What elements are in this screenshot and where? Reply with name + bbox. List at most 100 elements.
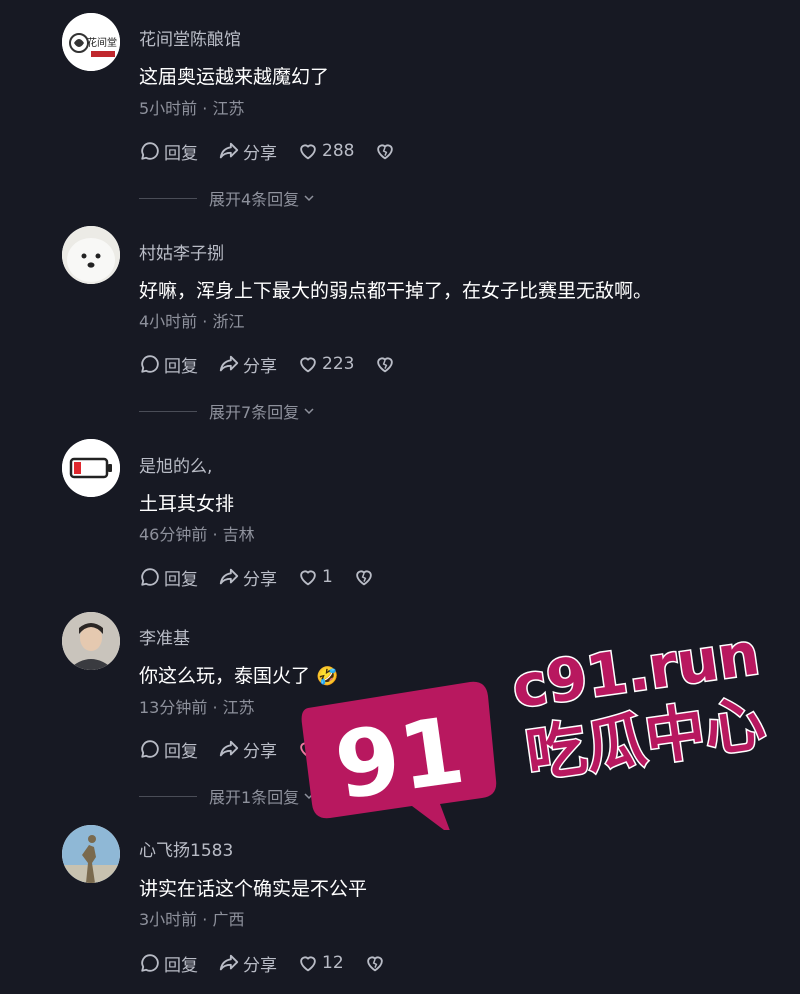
share-arrow-icon [219, 355, 239, 372]
dislike-button[interactable] [374, 140, 396, 162]
reply-bubble-icon [141, 740, 159, 758]
comment-location: 江苏 [222, 698, 255, 717]
reply-label: 回复 [164, 955, 198, 976]
comment-actions: 回复 分享 288 [139, 138, 416, 164]
dislike-button[interactable] [374, 353, 396, 375]
comment-text: 讲实在话这个确实是不公平 [139, 878, 368, 900]
share-label: 分享 [243, 356, 277, 377]
comment-meta: 5小时前 · 江苏 [139, 95, 244, 119]
liquor-brand-logo-icon: 花间堂 [62, 13, 120, 71]
reply-button[interactable]: 回复 [139, 565, 198, 590]
divider-line [139, 795, 197, 797]
meta-separator: · [202, 312, 208, 331]
white-dog-photo-icon [62, 226, 120, 284]
person-photo-icon [62, 612, 120, 670]
like-count: 288 [322, 141, 355, 161]
share-button[interactable]: 分享 [218, 352, 277, 377]
comment-actions: 回复 分享 12 [139, 950, 406, 976]
share-arrow-icon [219, 740, 239, 757]
broken-heart-icon [356, 570, 372, 586]
username[interactable]: 是旭的么, [139, 452, 212, 477]
comment-text-body: 你这么玩，泰国火了 [139, 665, 311, 687]
reply-button[interactable]: 回复 [139, 737, 198, 762]
reply-button[interactable]: 回复 [139, 352, 198, 377]
like-button[interactable]: 288 [297, 140, 354, 162]
meta-separator: · [202, 99, 208, 118]
comment-meta: 46分钟前 · 吉林 [139, 521, 255, 545]
like-count: 12 [322, 953, 344, 973]
avatar[interactable] [62, 439, 120, 497]
like-button[interactable]: 1 [297, 566, 333, 588]
share-label: 分享 [243, 741, 277, 762]
watermark-slogan: 吃瓜中心 [522, 688, 769, 791]
reply-bubble-icon [141, 568, 159, 586]
like-count: 1 [322, 567, 333, 587]
share-label: 分享 [243, 143, 277, 164]
heart-icon [300, 144, 316, 160]
like-button[interactable]: 12 [297, 952, 344, 974]
share-button[interactable]: 分享 [218, 737, 277, 762]
comment-meta: 4小时前 · 浙江 [139, 308, 244, 332]
comment-time: 46分钟前 [139, 525, 208, 544]
comment-text: 好嘛，浑身上下最大的弱点都干掉了，在女子比赛里无敌啊。 [139, 280, 653, 302]
expand-replies-button[interactable]: 展开7条回复 [139, 400, 316, 422]
comment-location: 吉林 [222, 525, 255, 544]
heart-icon [300, 742, 316, 758]
watermark-domain: c91.run [508, 619, 763, 721]
heart-icon [300, 956, 316, 972]
expand-replies-button[interactable]: 展开1条回复 [139, 785, 316, 807]
heart-icon [300, 570, 316, 586]
avatar[interactable]: 花间堂 [62, 13, 120, 71]
laughing-emoji-icon: 🤣 [316, 666, 339, 687]
comment-text: 这届奥运越来越魔幻了 [139, 66, 330, 88]
expand-replies-label: 展开4条回复 [209, 190, 300, 209]
broken-heart-icon [377, 144, 394, 160]
heart-icon [300, 357, 316, 373]
comment-actions: 回复 分享 1 [139, 564, 395, 590]
statue-photo-icon [62, 825, 120, 883]
meta-separator: · [212, 698, 218, 717]
expand-replies-label: 展开1条回复 [209, 788, 300, 807]
reply-bubble-icon [141, 355, 159, 373]
like-count: 223 [322, 354, 355, 374]
username[interactable]: 村姑李子捌 [139, 239, 224, 264]
avatar[interactable] [62, 612, 120, 670]
meta-separator: · [202, 910, 208, 929]
expand-replies-button[interactable]: 展开4条回复 [139, 187, 316, 209]
share-label: 分享 [243, 569, 277, 590]
like-button[interactable]: 223 [297, 353, 354, 375]
reply-button[interactable]: 回复 [139, 139, 198, 164]
comment-location: 江苏 [212, 99, 245, 118]
reply-label: 回复 [164, 143, 198, 164]
low-battery-icon [62, 439, 120, 497]
chevron-down-icon [304, 195, 314, 202]
comment-time: 5小时前 [139, 99, 198, 118]
broken-heart-icon [377, 357, 394, 373]
dislike-button[interactable] [353, 738, 375, 760]
comment-text: 你这么玩，泰国火了 🤣 [139, 661, 338, 688]
dislike-button[interactable] [364, 952, 386, 974]
username[interactable]: 心飞扬1583 [139, 836, 233, 861]
divider-line [139, 197, 197, 199]
share-button[interactable]: 分享 [218, 951, 277, 976]
comment-actions: 回复 分享 223 [139, 351, 416, 377]
reply-label: 回复 [164, 569, 198, 590]
comment-text: 土耳其女排 [139, 493, 235, 515]
like-button[interactable]: 8 [297, 738, 333, 760]
comment-location: 广西 [212, 910, 245, 929]
comment-time: 3小时前 [139, 910, 198, 929]
comment-actions: 回复 分享 8 [139, 736, 395, 762]
username[interactable]: 花间堂陈酿馆 [139, 25, 241, 50]
reply-button[interactable]: 回复 [139, 951, 198, 976]
dislike-button[interactable] [353, 566, 375, 588]
meta-separator: · [212, 525, 218, 544]
avatar[interactable] [62, 226, 120, 284]
avatar[interactable] [62, 825, 120, 883]
username[interactable]: 李准基 [139, 624, 190, 649]
share-button[interactable]: 分享 [218, 565, 277, 590]
chevron-down-icon [304, 408, 314, 415]
site-watermark: 91 c91.run 吃瓜中心 [301, 618, 771, 830]
share-label: 分享 [243, 955, 277, 976]
comment-meta: 3小时前 · 广西 [139, 906, 244, 930]
share-button[interactable]: 分享 [218, 139, 277, 164]
